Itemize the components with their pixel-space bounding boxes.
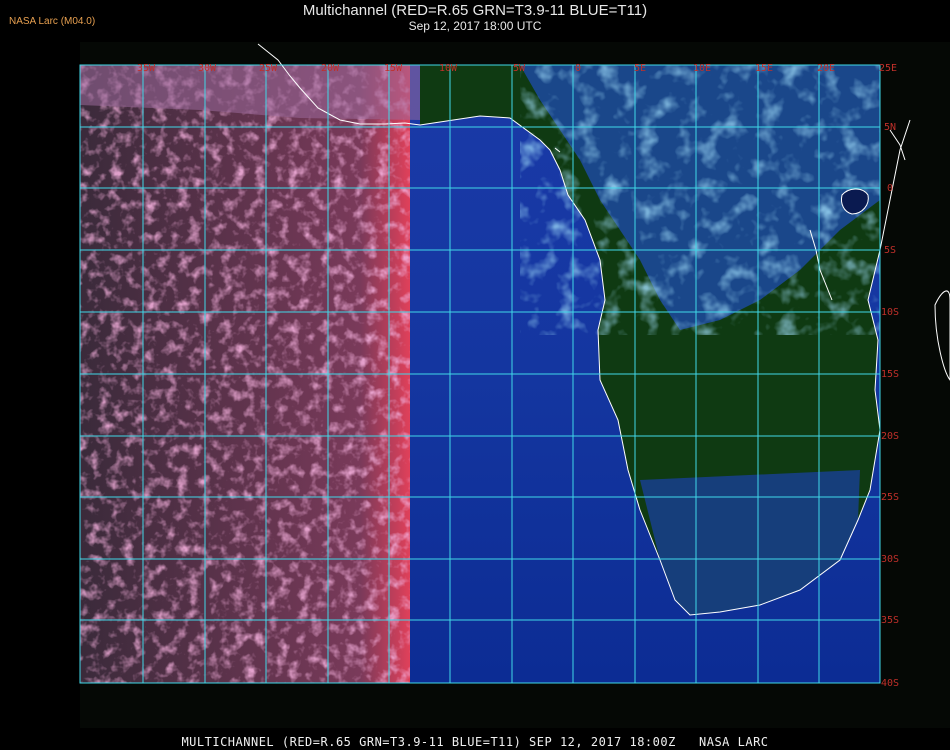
longitude-label: 10W (439, 63, 458, 74)
latitude-label: 25S (881, 492, 899, 503)
longitude-label: 30W (198, 63, 217, 74)
longitude-label: 35W (137, 63, 156, 74)
latitude-label: 5N (884, 122, 896, 133)
longitude-label: 25W (259, 63, 278, 74)
latitude-label: 0 (887, 183, 893, 194)
latitude-label: 35S (881, 615, 899, 626)
latitude-label: 20S (881, 431, 899, 442)
longitude-label: 25E (879, 63, 897, 74)
longitude-label: 0 (575, 63, 581, 74)
longitude-label: 20W (321, 63, 340, 74)
satellite-map: 35W 30W 25W 20W 15W 10W 5W 0 5E 10E 15E 20E 25E 5N 0 5… (79, 42, 950, 728)
longitude-label: 5E (634, 63, 646, 74)
latitude-label: 40S (881, 678, 899, 689)
longitude-label: 10E (693, 63, 711, 74)
longitude-label: 5W (513, 63, 526, 74)
central-africa-cloud-texture (520, 65, 880, 335)
latitude-label: 5S (884, 245, 896, 256)
longitude-label: 20E (817, 63, 835, 74)
footer-caption: MULTICHANNEL (RED=R.65 GRN=T3.9-11 BLUE=… (181, 735, 769, 749)
longitude-label: 15W (384, 63, 403, 74)
latitude-label: 15S (881, 369, 899, 380)
latitude-label: 30S (881, 554, 899, 565)
longitude-label: 15E (755, 63, 773, 74)
latitude-label: 10S (881, 307, 899, 318)
